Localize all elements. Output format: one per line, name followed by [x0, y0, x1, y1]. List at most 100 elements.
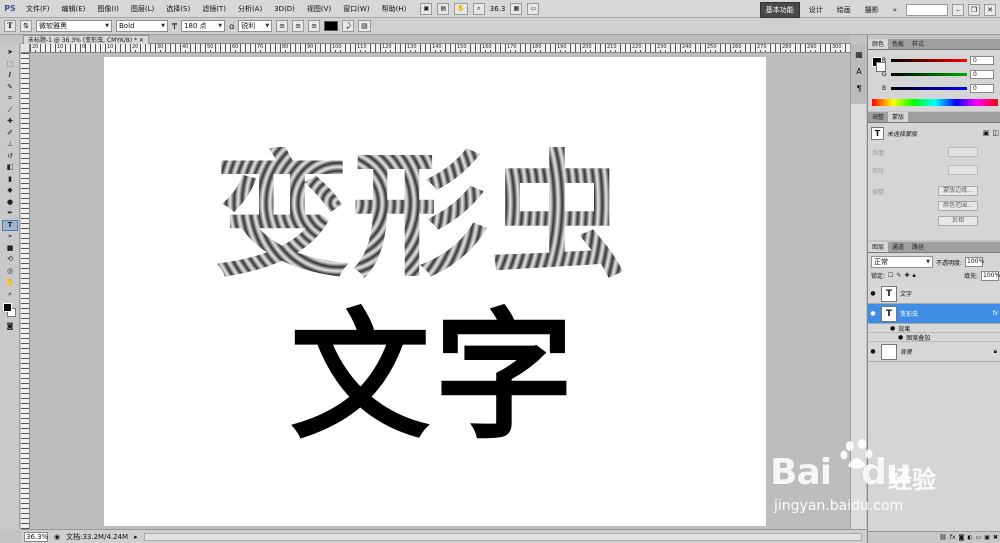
tab-swatches[interactable]: 色板 — [888, 39, 908, 49]
menu-3d[interactable]: 3D(D) — [268, 0, 301, 18]
fx-badge[interactable]: fx — [992, 310, 998, 317]
eye-icon[interactable]: ● — [868, 348, 878, 355]
menu-window[interactable]: 窗口(W) — [337, 0, 375, 18]
color-spectrum[interactable] — [872, 99, 998, 106]
slider-blue[interactable]: B 0 — [882, 84, 998, 93]
ruler-top[interactable]: 20 10 0 10 20 30 40 50 60 70 80 90 100 110 120 130 140 15… — [30, 44, 850, 53]
type-tool-icon[interactable]: T — [2, 219, 18, 231]
delete-layer-icon[interactable]: ✖ — [993, 534, 998, 541]
new-group-icon[interactable]: ▭ — [976, 534, 982, 541]
menu-analysis[interactable]: 分析(A) — [232, 0, 268, 18]
blend-mode-select[interactable]: 正常 ▼ — [871, 256, 933, 268]
zoom-tool-icon[interactable]: ⌕ — [2, 289, 18, 301]
menu-layer[interactable]: 图层(L) — [125, 0, 160, 18]
healing-brush-tool-icon[interactable]: ✚ — [2, 116, 18, 128]
pixel-mask-icon[interactable]: ▣ — [983, 129, 990, 137]
workspace-photography[interactable]: 摄影 — [860, 3, 884, 17]
character-panel-icon[interactable]: A — [853, 66, 865, 78]
add-style-icon[interactable]: fx — [950, 534, 956, 541]
vector-mask-icon[interactable]: ◫ — [992, 129, 999, 137]
layer-row-background[interactable]: ● 背景 🔒︎ — [868, 342, 1000, 362]
effects-row[interactable]: ● 效果 — [868, 324, 1000, 333]
tab-channels[interactable]: 通道 — [888, 242, 908, 252]
bridge-icon[interactable]: ▣ — [420, 2, 433, 15]
menu-edit[interactable]: 编辑(E) — [56, 0, 92, 18]
crop-tool-icon[interactable]: ⌗ — [2, 93, 18, 105]
workspace-more-icon[interactable]: » — [888, 3, 902, 17]
eye-icon[interactable]: ● — [868, 310, 878, 317]
3d-rotate-tool-icon[interactable]: ⟲ — [2, 254, 18, 266]
document-canvas[interactable]: 变形虫 文字 — [104, 57, 766, 526]
menu-file[interactable]: 文件(F) — [20, 0, 56, 18]
adjustment-layer-icon[interactable]: ◐ — [967, 534, 972, 541]
ruler-origin[interactable] — [21, 44, 30, 53]
workspace-painting[interactable]: 绘画 — [832, 3, 856, 17]
text-layer-amoeba[interactable]: 变形虫 — [214, 147, 628, 287]
hand-tool-icon[interactable]: ✋ — [454, 2, 468, 15]
align-right-icon[interactable]: ≡ — [308, 20, 321, 32]
workspace-design[interactable]: 设计 — [804, 3, 828, 17]
mini-bridge-icon[interactable]: ▤ — [437, 2, 450, 15]
font-size-select[interactable]: 180 点 ▼ — [181, 20, 226, 32]
close-icon[interactable]: ✕ — [139, 37, 144, 44]
horizontal-scrollbar[interactable] — [143, 532, 862, 541]
eye-icon[interactable]: ● — [898, 334, 903, 341]
workspace-essentials[interactable]: 基本功能 — [759, 2, 800, 18]
brush-tool-icon[interactable]: ✐ — [2, 128, 18, 140]
color-range-button[interactable]: 颜色范围... — [938, 201, 978, 211]
slider-green[interactable]: G 0 — [882, 70, 998, 79]
foreground-background-colors[interactable] — [0, 303, 19, 321]
font-family-select[interactable]: 微软雅黑 ▼ — [36, 20, 112, 32]
ruler-left[interactable] — [21, 53, 30, 529]
eye-icon[interactable]: ● — [890, 325, 895, 332]
screen-mode-icon[interactable]: ▭ — [527, 2, 540, 15]
marquee-tool-icon[interactable]: ⬚ — [2, 59, 18, 71]
lock-position-icon[interactable]: ✚ — [904, 272, 909, 279]
cs-live-search[interactable] — [906, 4, 948, 16]
lock-paint-icon[interactable]: ✎ — [896, 272, 901, 279]
eyedropper-tool-icon[interactable]: ⁄ — [2, 105, 18, 117]
align-center-icon[interactable]: ≡ — [292, 20, 305, 32]
text-orientation-icon[interactable]: ⇅ — [20, 20, 32, 32]
3d-orbit-tool-icon[interactable]: ◎ — [2, 266, 18, 278]
history-panel-icon[interactable]: ▦ — [853, 49, 865, 61]
close-icon[interactable]: ✕ — [984, 4, 996, 16]
shape-tool-icon[interactable]: ■ — [2, 243, 18, 255]
green-value-field[interactable]: 0 — [970, 70, 994, 79]
invert-button[interactable]: 反相 — [938, 216, 978, 226]
menu-select[interactable]: 选择(S) — [160, 0, 196, 18]
character-panel-icon[interactable]: ▤ — [358, 20, 371, 32]
status-zoom-field[interactable]: 36.3% — [24, 531, 48, 542]
menu-image[interactable]: 图像(I) — [91, 0, 125, 18]
slider-green-track[interactable] — [891, 73, 967, 76]
arrange-icon[interactable]: ▦ — [510, 2, 523, 15]
minimize-icon[interactable]: – — [952, 4, 964, 16]
path-select-tool-icon[interactable]: ➢ — [2, 231, 18, 243]
warp-text-icon[interactable]: ⤸ — [342, 20, 355, 32]
opacity-field[interactable]: 100% — [965, 257, 984, 267]
blue-value-field[interactable]: 0 — [970, 84, 994, 93]
type-tool-preset-icon[interactable]: T — [4, 20, 16, 32]
lock-all-icon[interactable]: 🔒︎ — [912, 272, 915, 280]
history-brush-tool-icon[interactable]: ↺ — [2, 151, 18, 163]
gradient-tool-icon[interactable]: ▮ — [2, 174, 18, 186]
tab-adjustments[interactable]: 调整 — [868, 112, 888, 122]
font-style-select[interactable]: Bold ▼ — [116, 20, 168, 32]
clone-stamp-tool-icon[interactable]: ⊥ — [2, 139, 18, 151]
new-layer-icon[interactable]: ▣ — [984, 534, 990, 541]
quick-mask-icon[interactable]: ◙ — [2, 321, 18, 333]
dodge-tool-icon[interactable]: ● — [2, 197, 18, 209]
eraser-tool-icon[interactable]: ◧ — [2, 162, 18, 174]
move-tool-icon[interactable]: ➤ — [2, 47, 18, 59]
add-mask-icon[interactable]: ◙ — [959, 534, 965, 541]
zoom-tool-icon[interactable]: ⌕ — [472, 2, 485, 15]
red-value-field[interactable]: 0 — [970, 56, 994, 65]
align-left-icon[interactable]: ≡ — [276, 20, 289, 32]
eye-icon[interactable]: ● — [868, 290, 878, 297]
pen-tool-icon[interactable]: ✒ — [2, 208, 18, 220]
foreground-color[interactable] — [3, 303, 12, 312]
zoom-level[interactable]: 36.3 — [490, 5, 506, 13]
fill-field[interactable]: 100% — [981, 270, 1000, 281]
paragraph-panel-icon[interactable]: ¶ — [853, 83, 865, 95]
tab-layers[interactable]: 图层 — [868, 242, 889, 252]
